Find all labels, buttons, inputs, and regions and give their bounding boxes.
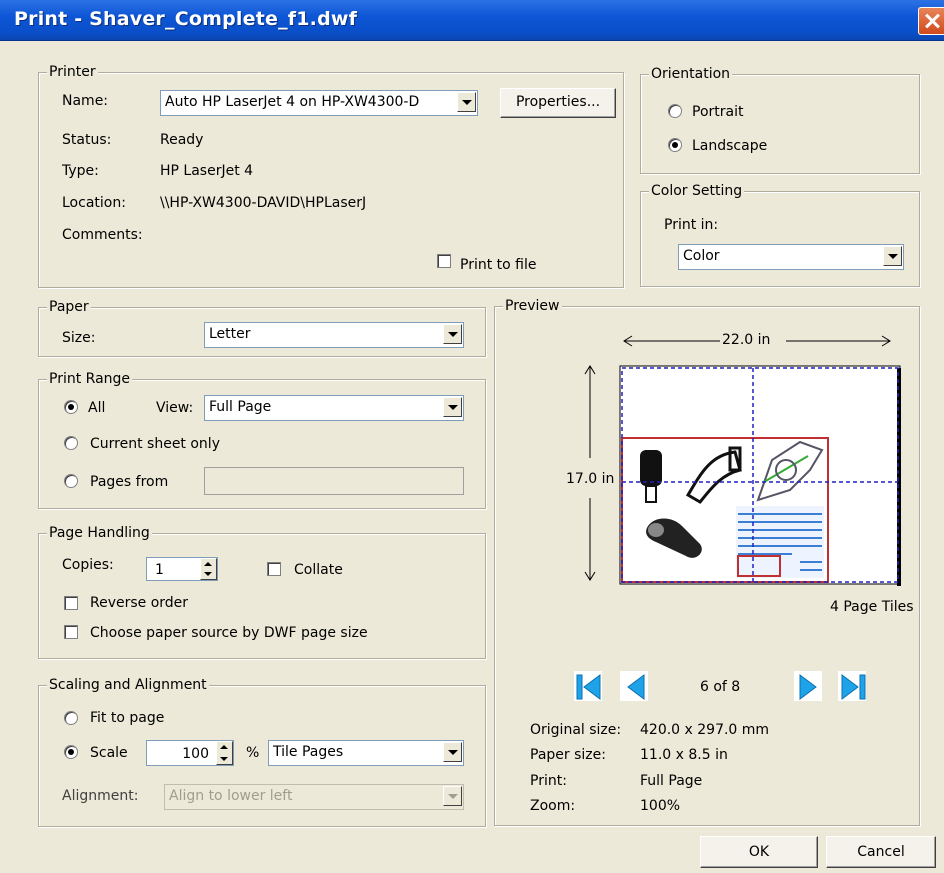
- dropdown-arrow-icon[interactable]: [457, 92, 476, 112]
- copies-spinner[interactable]: [200, 558, 217, 580]
- copies-value: 1: [155, 562, 164, 578]
- page-indicator: 6 of 8: [700, 679, 741, 695]
- alignment-label: Alignment:: [62, 788, 139, 804]
- zoom-value: 100%: [640, 798, 681, 814]
- tile-select[interactable]: Tile Pages: [268, 740, 464, 766]
- height-label: 17.0 in: [566, 470, 615, 488]
- portrait-radio[interactable]: [668, 104, 682, 118]
- reverse-order-checkbox[interactable]: [64, 596, 78, 610]
- fit-to-page-radio[interactable]: [64, 711, 78, 725]
- spin-down-icon[interactable]: [220, 757, 228, 761]
- spin-down-icon[interactable]: [204, 572, 212, 576]
- scale-label[interactable]: Scale: [90, 744, 128, 762]
- zoom-label: Zoom:: [530, 798, 576, 814]
- printer-name-select[interactable]: Auto HP LaserJet 4 on HP-XW4300-D: [160, 90, 478, 116]
- all-label[interactable]: All: [88, 399, 105, 417]
- orientation-group: Orientation: [640, 65, 920, 174]
- color-setting-group: Color Setting: [640, 182, 920, 287]
- pages-from-radio[interactable]: [64, 474, 78, 488]
- original-size-value: 420.0 x 297.0 mm: [640, 722, 770, 738]
- alignment-value: Align to lower left: [169, 788, 293, 804]
- ok-button[interactable]: OK: [700, 836, 818, 868]
- dropdown-arrow-icon[interactable]: [443, 786, 462, 806]
- first-page-icon[interactable]: [574, 671, 602, 701]
- dropdown-arrow-icon[interactable]: [443, 397, 462, 417]
- print-label: Print:: [530, 773, 567, 789]
- view-value: Full Page: [209, 399, 272, 415]
- alignment-select[interactable]: Align to lower left: [164, 784, 464, 810]
- pages-from-label[interactable]: Pages from: [90, 473, 168, 491]
- dropdown-arrow-icon[interactable]: [443, 324, 462, 344]
- orientation-legend: Orientation: [649, 65, 733, 83]
- collate-label[interactable]: Collate: [294, 561, 343, 579]
- location-label: Location:: [62, 195, 126, 211]
- window-title: Print - Shaver_Complete_f1.dwf: [14, 8, 358, 30]
- width-label: 22.0 in: [722, 331, 771, 349]
- paper-size-value: Letter: [209, 326, 251, 342]
- print-to-file-label[interactable]: Print to file: [460, 256, 536, 274]
- landscape-label[interactable]: Landscape: [692, 137, 767, 155]
- cancel-button[interactable]: Cancel: [826, 836, 936, 868]
- spin-up-icon[interactable]: [220, 745, 228, 749]
- original-size-label: Original size:: [530, 722, 622, 738]
- printer-name-value: Auto HP LaserJet 4 on HP-XW4300-D: [165, 94, 420, 110]
- landscape-radio[interactable]: [668, 138, 682, 152]
- status-value: Ready: [160, 132, 204, 148]
- collate-checkbox[interactable]: [267, 562, 281, 576]
- properties-button[interactable]: Properties...: [500, 88, 616, 118]
- fit-to-page-label[interactable]: Fit to page: [90, 709, 164, 727]
- page-handling-legend: Page Handling: [47, 524, 152, 542]
- printer-name-label: Name:: [62, 93, 109, 109]
- paper-size-label: Size:: [62, 330, 96, 346]
- status-label: Status:: [62, 132, 112, 148]
- paper-size-label: Paper size:: [530, 747, 606, 763]
- close-icon[interactable]: [918, 7, 944, 35]
- dropdown-arrow-icon[interactable]: [443, 742, 462, 762]
- dropdown-arrow-icon[interactable]: [883, 246, 902, 266]
- all-radio[interactable]: [64, 400, 78, 414]
- scale-radio[interactable]: [64, 745, 78, 759]
- last-page-icon[interactable]: [838, 671, 866, 701]
- comments-label: Comments:: [62, 227, 143, 243]
- next-page-icon[interactable]: [794, 671, 822, 701]
- preview-canvas: [584, 335, 901, 586]
- color-setting-legend: Color Setting: [649, 182, 745, 200]
- current-sheet-radio[interactable]: [64, 436, 78, 450]
- scaling-legend: Scaling and Alignment: [47, 676, 209, 694]
- print-to-file-checkbox[interactable]: [437, 254, 451, 268]
- print-in-label: Print in:: [664, 217, 719, 233]
- color-select[interactable]: Color: [678, 244, 904, 270]
- view-select[interactable]: Full Page: [204, 395, 464, 421]
- pages-from-input[interactable]: [204, 467, 464, 495]
- print-value: Full Page: [640, 773, 703, 789]
- location-value: \\HP-XW4300-DAVID\HPLaserJ: [160, 195, 367, 211]
- copies-label: Copies:: [62, 557, 114, 573]
- portrait-label[interactable]: Portrait: [692, 103, 743, 121]
- previous-page-icon[interactable]: [620, 671, 648, 701]
- paper-size-select[interactable]: Letter: [204, 322, 464, 348]
- printer-legend: Printer: [47, 63, 98, 81]
- tile-value: Tile Pages: [273, 744, 344, 760]
- color-value: Color: [683, 248, 720, 264]
- preview-legend: Preview: [503, 297, 562, 315]
- page-tiles-label: 4 Page Tiles: [830, 599, 914, 615]
- type-label: Type:: [62, 163, 99, 179]
- type-value: HP LaserJet 4: [160, 163, 254, 179]
- print-range-legend: Print Range: [47, 370, 133, 388]
- choose-paper-label[interactable]: Choose paper source by DWF page size: [90, 624, 368, 642]
- view-label: View:: [156, 400, 194, 416]
- percent-label: %: [246, 745, 260, 761]
- paper-size-value: 11.0 x 8.5 in: [640, 747, 728, 763]
- choose-paper-checkbox[interactable]: [64, 625, 78, 639]
- current-sheet-label[interactable]: Current sheet only: [90, 435, 220, 453]
- scale-spinner[interactable]: [216, 741, 233, 765]
- reverse-order-label[interactable]: Reverse order: [90, 594, 188, 612]
- spin-up-icon[interactable]: [204, 562, 212, 566]
- scale-value: 100: [182, 746, 209, 762]
- paper-legend: Paper: [47, 298, 91, 316]
